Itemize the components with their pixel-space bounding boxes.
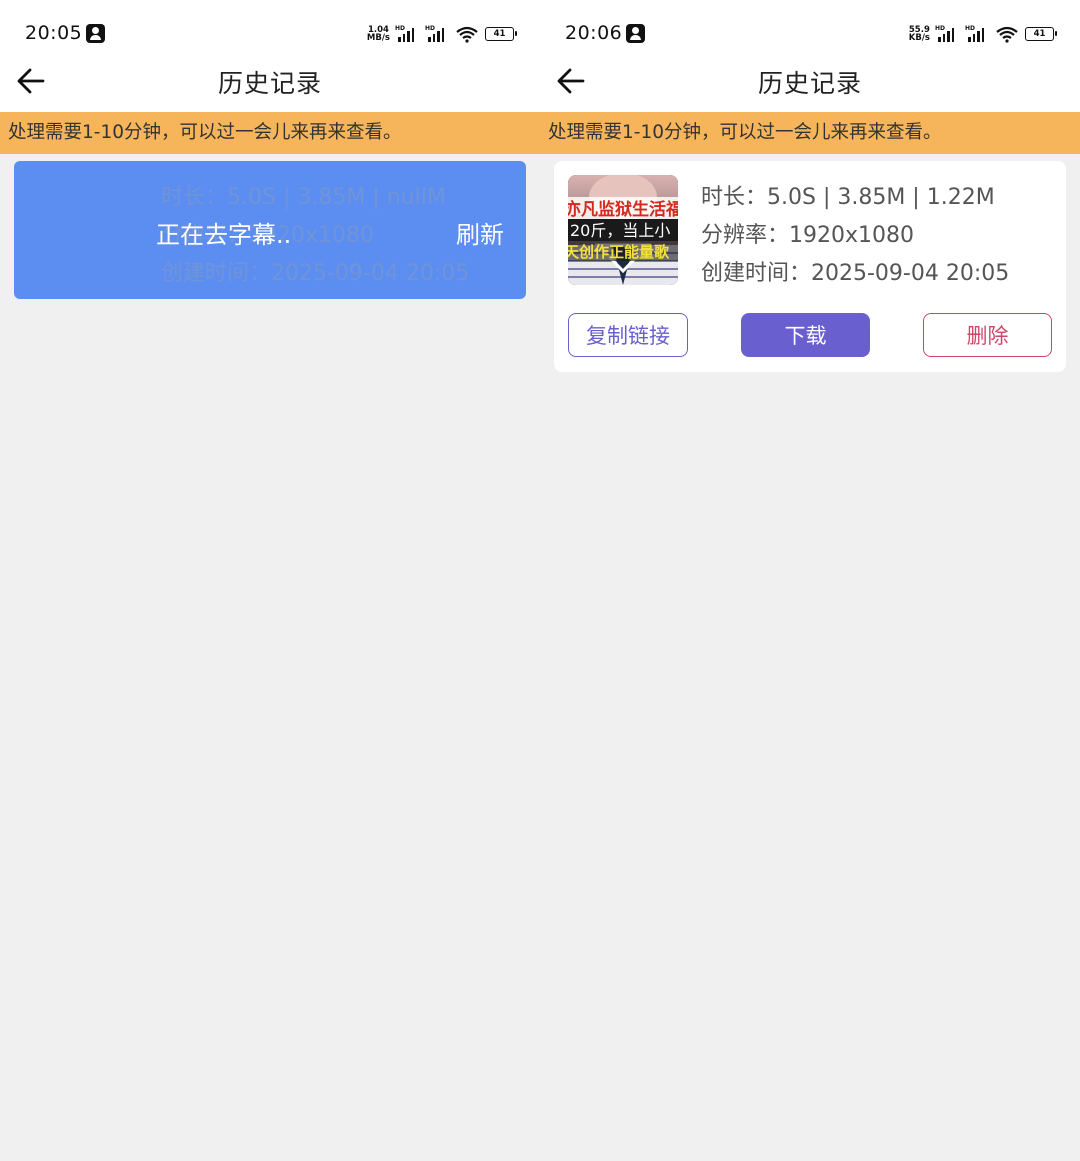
resolution-text: 分辨率：1920x1080	[701, 223, 914, 248]
signal-icon: HD	[425, 25, 451, 43]
battery-icon: 41	[485, 27, 517, 41]
signal-icon: HD	[965, 25, 991, 43]
top-bar: 20:05 1.04 MB/s HD HD 41 历史记录	[0, 0, 540, 112]
history-card: 亦凡监狱生活福 20斤，当上小 天创作正能量歌 时长：5.0S | 3.85M …	[554, 161, 1066, 372]
created-time-text: 创建时间：2025-09-04 20:05	[701, 261, 1010, 286]
created-time-text: 创建时间：2025-09-04 20:05	[161, 261, 470, 286]
delete-button[interactable]: 删除	[923, 313, 1052, 357]
app-notification-icon	[86, 24, 105, 43]
duration-text: 时长：5.0S | 3.85M | 1.22M	[701, 185, 995, 210]
status-time: 20:05	[25, 22, 83, 44]
thumb-caption-text: 天创作正能量歌	[568, 243, 670, 261]
status-icons: 1.04 MB/s HD HD 41	[366, 24, 517, 44]
thumb-title-text: 亦凡监狱生活福	[568, 199, 678, 220]
duration-text: 时长：5.0S | 3.85M | nullM	[161, 185, 446, 210]
video-thumbnail[interactable]: 亦凡监狱生活福 20斤，当上小 天创作正能量歌	[568, 175, 678, 285]
screen-processing: 20:05 1.04 MB/s HD HD 41 历史记录 处理需要1-10分钟…	[0, 0, 540, 1161]
processing-status: 正在去字幕..	[156, 221, 292, 249]
thumb-subtitle-text: 20斤，当上小	[570, 221, 670, 240]
wifi-icon	[456, 26, 478, 43]
page-title: 历史记录	[217, 69, 322, 98]
app-notification-icon	[626, 24, 645, 43]
network-speed: 55.9 KB/s	[908, 24, 930, 43]
history-card-processing: 时长：5.0S | 3.85M | nullM 分辨率：1920x1080 创建…	[14, 161, 526, 299]
download-button[interactable]: 下载	[741, 313, 870, 357]
signal-icon: HD	[935, 25, 961, 43]
battery-icon: 41	[1025, 27, 1057, 41]
network-speed: 1.04 MB/s	[366, 24, 390, 43]
wifi-icon	[996, 26, 1018, 43]
signal-icon: HD	[395, 25, 421, 43]
page-title: 历史记录	[757, 69, 862, 98]
notice-banner: 处理需要1-10分钟，可以过一会儿来再来查看。	[540, 112, 1080, 154]
copy-link-button[interactable]: 复制链接	[568, 313, 688, 357]
refresh-button[interactable]: 刷新	[456, 215, 504, 250]
status-time: 20:06	[565, 22, 623, 44]
screen-completed: 20:06 55.9 KB/s HD HD 41 历史记录 处理需要1-10分钟…	[540, 0, 1080, 1161]
top-bar: 20:06 55.9 KB/s HD HD 41 历史记录	[540, 0, 1080, 112]
notice-banner: 处理需要1-10分钟，可以过一会儿来再来查看。	[0, 112, 540, 154]
status-icons: 55.9 KB/s HD HD 41	[908, 24, 1057, 44]
